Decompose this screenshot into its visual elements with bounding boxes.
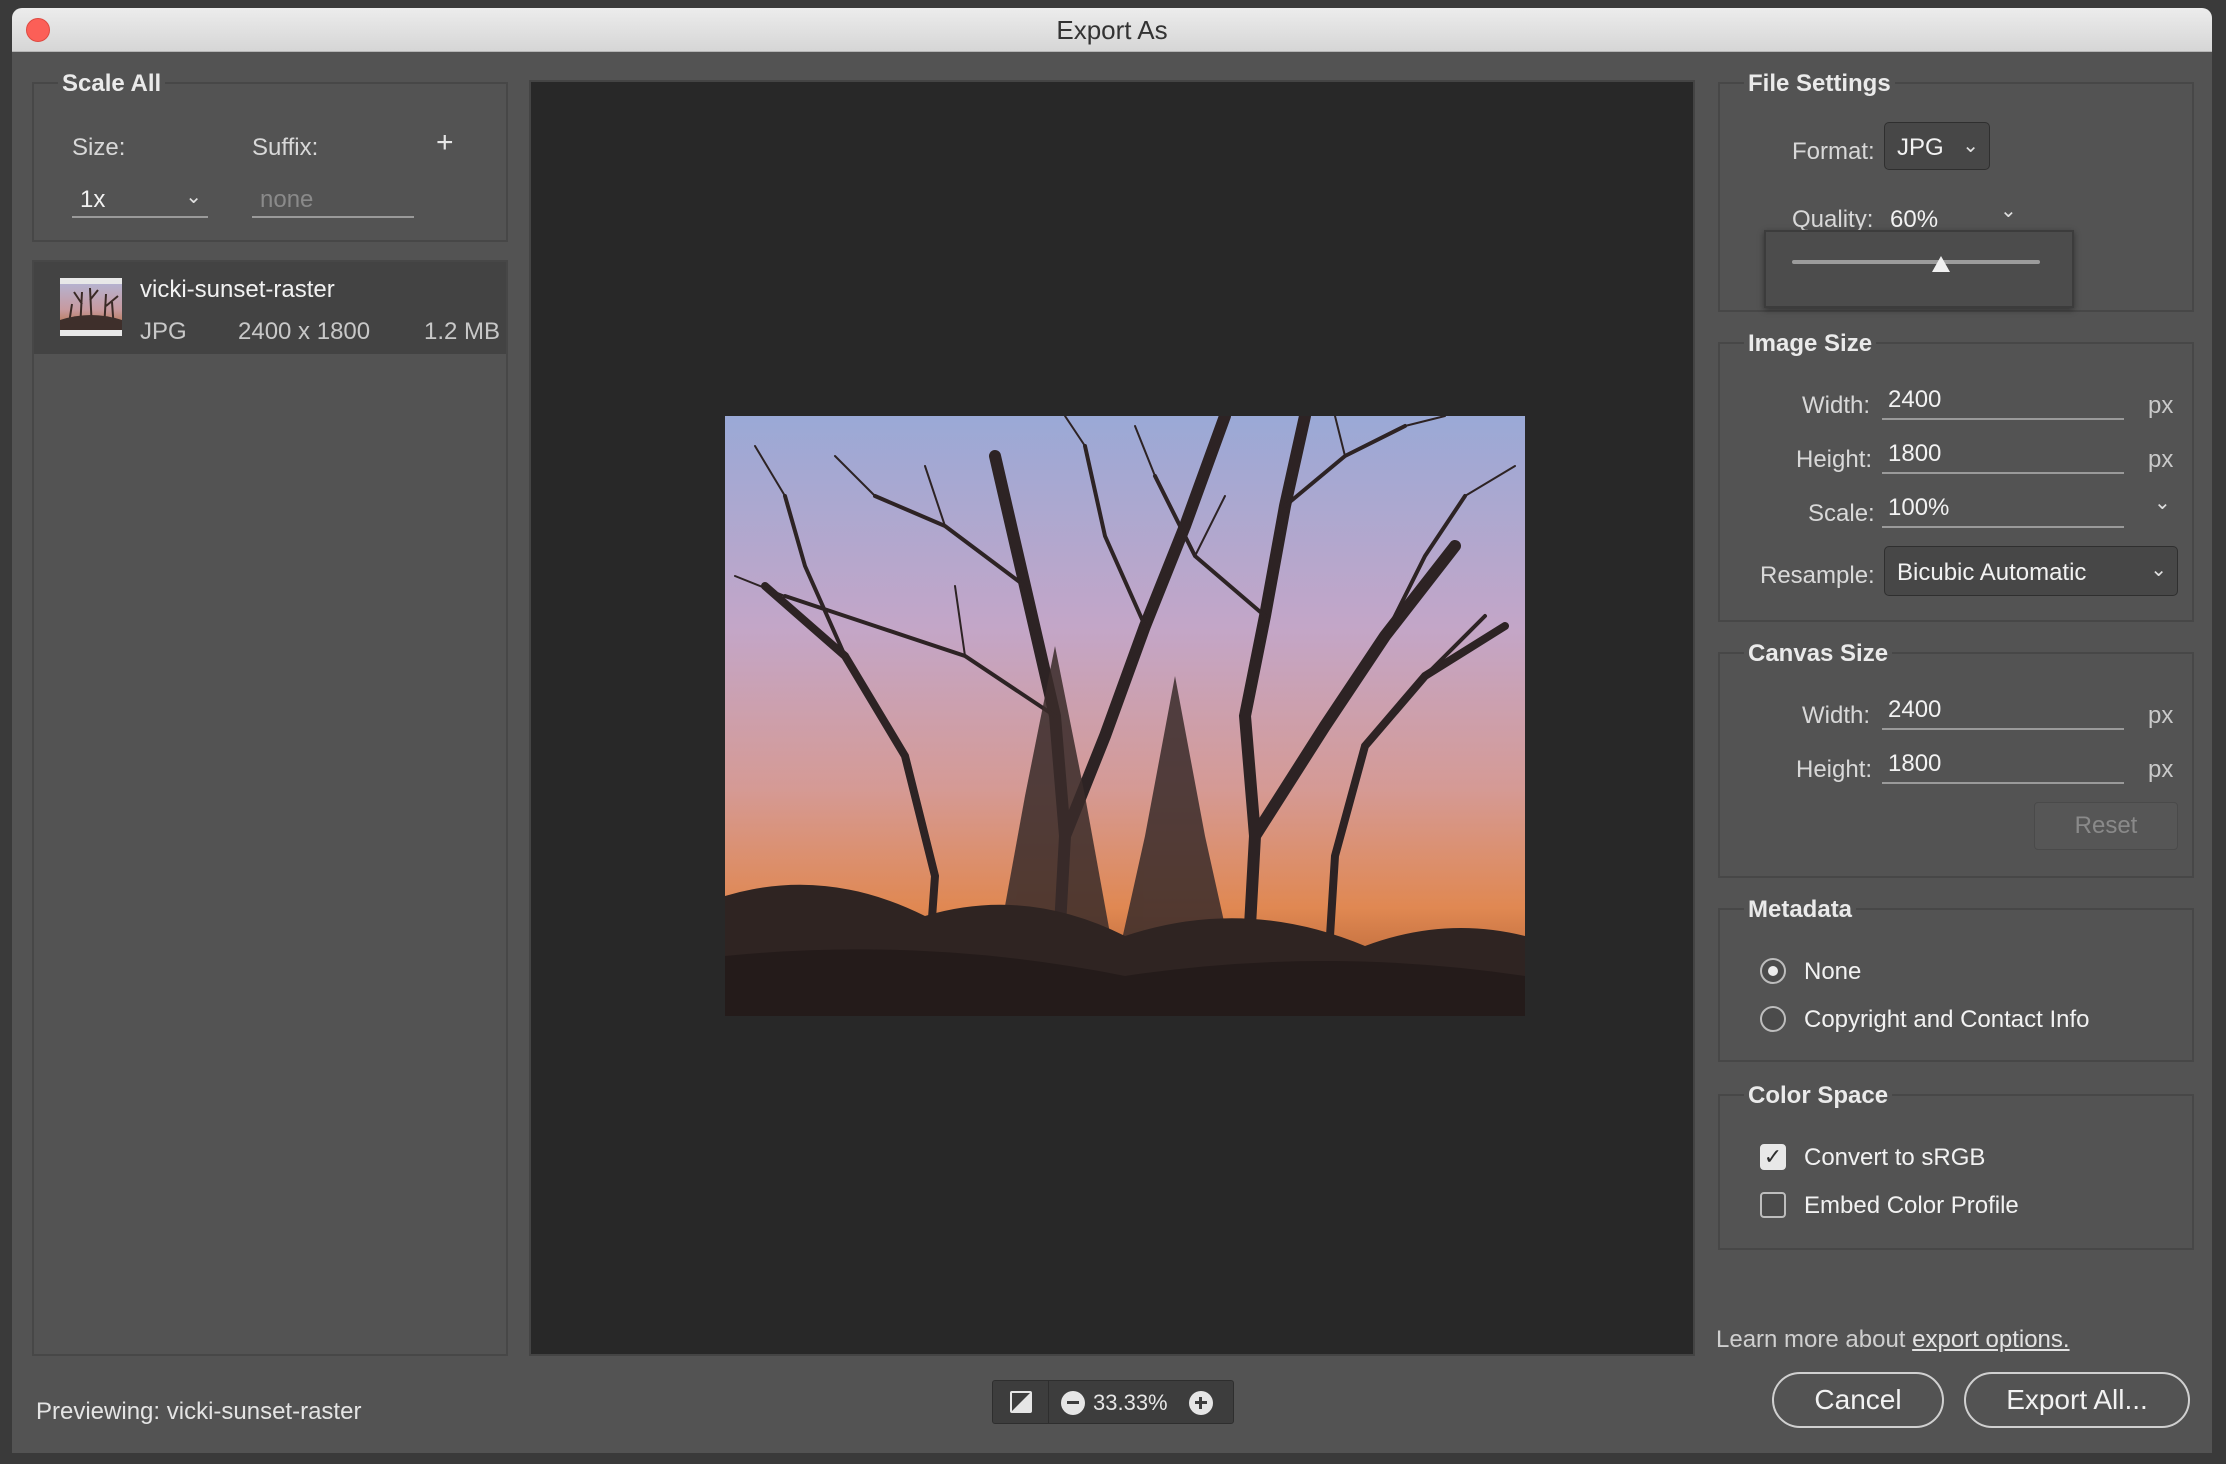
chevron-down-icon: ⌄ bbox=[1962, 135, 1979, 157]
cancel-button[interactable]: Cancel bbox=[1772, 1372, 1944, 1428]
chevron-down-icon: ⌄ bbox=[2150, 559, 2167, 581]
scale-all-group bbox=[32, 82, 508, 242]
size-dropdown-value: 1x bbox=[80, 186, 106, 213]
export-as-dialog: Export As Scale All Size: Suffix: + 1x ⌄… bbox=[12, 8, 2212, 1453]
canvas-width-label: Width: bbox=[1802, 702, 1871, 729]
canvas-height-value: 1800 bbox=[1888, 750, 1942, 777]
image-height-unit: px bbox=[2148, 446, 2174, 473]
size-dropdown[interactable]: 1x ⌄ bbox=[72, 180, 208, 218]
suffix-placeholder: none bbox=[260, 186, 314, 213]
previewing-label: Previewing: bbox=[36, 1398, 161, 1425]
format-dropdown[interactable]: JPG ⌄ bbox=[1884, 122, 1990, 170]
chevron-down-icon: ⌄ bbox=[185, 186, 202, 208]
metadata-option-none[interactable]: None bbox=[1760, 956, 2160, 986]
window-title: Export As bbox=[1056, 15, 1168, 45]
previewing-name: vicki-sunset-raster bbox=[166, 1398, 362, 1425]
image-height-label: Height: bbox=[1796, 446, 1873, 473]
asset-dimensions: 2400 x 1800 bbox=[238, 318, 371, 345]
metadata-legend: Metadata bbox=[1744, 896, 1857, 924]
image-scale-value: 100% bbox=[1888, 494, 1950, 521]
checkbox-unchecked[interactable] bbox=[1760, 1192, 1786, 1218]
asset-list bbox=[32, 260, 508, 1356]
format-dropdown-value: JPG bbox=[1897, 134, 1944, 161]
quality-chevron-down-icon[interactable]: ⌄ bbox=[2000, 198, 2017, 223]
resample-dropdown[interactable]: Bicubic Automatic ⌄ bbox=[1884, 546, 2178, 596]
checkbox-checked[interactable]: ✓ bbox=[1760, 1144, 1786, 1170]
image-height-input[interactable]: 1800 bbox=[1882, 436, 2124, 474]
zoom-in-icon[interactable] bbox=[1189, 1391, 1213, 1415]
resample-dropdown-value: Bicubic Automatic bbox=[1897, 559, 2087, 586]
resample-label: Resample: bbox=[1760, 562, 1875, 589]
convert-srgb-option[interactable]: ✓ Convert to sRGB bbox=[1760, 1142, 2160, 1172]
color-space-legend: Color Space bbox=[1744, 1082, 1893, 1110]
canvas-height-unit: px bbox=[2148, 756, 2174, 783]
color-space-group bbox=[1718, 1094, 2194, 1250]
title-bar: Export As bbox=[12, 8, 2212, 52]
previewing-status: Previewing: vicki-sunset-raster bbox=[36, 1398, 361, 1426]
radio-button[interactable] bbox=[1760, 958, 1786, 984]
learn-more-prefix: Learn more about bbox=[1716, 1326, 1913, 1353]
metadata-option-label: None bbox=[1804, 958, 1862, 985]
image-width-value: 2400 bbox=[1888, 386, 1942, 413]
asset-format: JPG bbox=[140, 318, 187, 345]
asset-thumbnail bbox=[60, 278, 122, 336]
size-label: Size: bbox=[72, 134, 126, 161]
quality-slider-track[interactable] bbox=[1792, 260, 2040, 264]
suffix-label: Suffix: bbox=[252, 134, 319, 161]
preview-image bbox=[725, 416, 1525, 1016]
canvas-width-input[interactable]: 2400 bbox=[1882, 692, 2124, 730]
canvas-width-unit: px bbox=[2148, 702, 2174, 729]
image-width-input[interactable]: 2400 bbox=[1882, 382, 2124, 420]
metadata-option-label: Copyright and Contact Info bbox=[1804, 1006, 2090, 1033]
color-space-option-label: Convert to sRGB bbox=[1804, 1144, 1986, 1171]
image-scale-label: Scale: bbox=[1808, 500, 1875, 527]
format-label: Format: bbox=[1792, 138, 1875, 165]
image-width-unit: px bbox=[2148, 392, 2174, 419]
asset-filesize: 1.2 MB bbox=[424, 318, 501, 345]
canvas-size-legend: Canvas Size bbox=[1744, 640, 1893, 668]
preview-area bbox=[529, 80, 1695, 1356]
zoom-out-icon[interactable] bbox=[1061, 1391, 1085, 1415]
canvas-width-value: 2400 bbox=[1888, 696, 1942, 723]
reset-button[interactable]: Reset bbox=[2034, 802, 2178, 850]
file-settings-legend: File Settings bbox=[1744, 70, 1895, 98]
export-all-button[interactable]: Export All... bbox=[1964, 1372, 2190, 1428]
metadata-option-copyright[interactable]: Copyright and Contact Info bbox=[1760, 1004, 2180, 1034]
image-size-legend: Image Size bbox=[1744, 330, 1877, 358]
asset-row[interactable]: vicki-sunset-raster JPG 2400 x 1800 1.2 … bbox=[34, 262, 506, 354]
scale-all-legend: Scale All bbox=[58, 70, 166, 98]
zoom-toolbar: 33.33% bbox=[992, 1380, 1234, 1424]
canvas-height-label: Height: bbox=[1796, 756, 1873, 783]
image-width-label: Width: bbox=[1802, 392, 1871, 419]
image-height-value: 1800 bbox=[1888, 440, 1942, 467]
scale-chevron-down-icon[interactable]: ⌄ bbox=[2154, 490, 2171, 515]
color-space-option-label: Embed Color Profile bbox=[1804, 1192, 2019, 1219]
quality-slider-popup bbox=[1764, 230, 2074, 308]
add-scale-button[interactable]: + bbox=[436, 126, 454, 160]
radio-button[interactable] bbox=[1760, 1006, 1786, 1032]
embed-profile-option[interactable]: Embed Color Profile bbox=[1760, 1190, 2160, 1220]
export-options-link[interactable]: export options. bbox=[1912, 1326, 2069, 1353]
image-scale-input[interactable]: 100% bbox=[1882, 490, 2124, 528]
compare-icon bbox=[1010, 1391, 1032, 1413]
learn-more-text: Learn more about export options. bbox=[1716, 1326, 2070, 1354]
canvas-height-input[interactable]: 1800 bbox=[1882, 746, 2124, 784]
suffix-input[interactable]: none bbox=[252, 180, 414, 218]
quality-slider-thumb[interactable] bbox=[1931, 256, 1950, 272]
zoom-level[interactable]: 33.33% bbox=[1093, 1390, 1168, 1416]
toggle-preview-button[interactable] bbox=[993, 1381, 1049, 1423]
asset-name: vicki-sunset-raster bbox=[140, 276, 335, 303]
